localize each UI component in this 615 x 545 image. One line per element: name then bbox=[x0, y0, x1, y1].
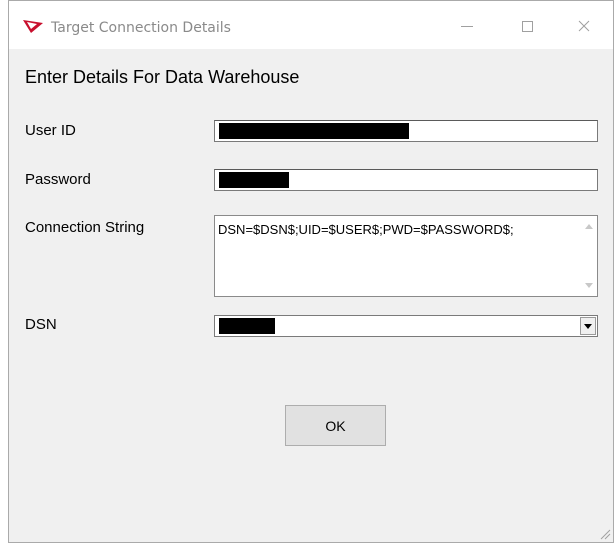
title-bar[interactable]: Target Connection Details bbox=[9, 1, 613, 49]
close-icon bbox=[578, 20, 590, 32]
scroll-down-icon[interactable] bbox=[585, 283, 593, 288]
user-id-field[interactable] bbox=[214, 120, 598, 142]
ok-button[interactable]: OK bbox=[285, 405, 386, 446]
resize-grip-icon[interactable] bbox=[597, 526, 611, 540]
password-field[interactable] bbox=[214, 169, 598, 191]
maximize-button[interactable] bbox=[505, 11, 549, 41]
maximize-icon bbox=[521, 20, 533, 32]
form-heading: Enter Details For Data Warehouse bbox=[25, 67, 300, 87]
connection-string-label: Connection String bbox=[25, 219, 145, 236]
connection-string-value: DSN=$DSN$;UID=$USER$;PWD=$PASSWORD$; bbox=[218, 222, 514, 237]
redacted-user-id bbox=[219, 123, 409, 139]
dsn-dropdown-button[interactable] bbox=[580, 317, 596, 335]
dialog-window: Target Connection Details Enter Details … bbox=[8, 0, 614, 543]
connection-string-scrollbar[interactable] bbox=[580, 216, 597, 296]
dsn-select[interactable] bbox=[214, 315, 598, 337]
user-id-label: User ID bbox=[25, 122, 76, 139]
redacted-password bbox=[219, 172, 289, 188]
dsn-label: DSN bbox=[25, 316, 57, 333]
minimize-button[interactable] bbox=[445, 11, 489, 41]
connection-string-textarea[interactable]: DSN=$DSN$;UID=$USER$;PWD=$PASSWORD$; bbox=[214, 215, 598, 297]
window-title: Target Connection Details bbox=[51, 20, 231, 36]
redacted-dsn bbox=[219, 318, 275, 334]
app-logo-icon bbox=[22, 18, 44, 34]
scroll-up-icon[interactable] bbox=[585, 224, 593, 229]
close-button[interactable] bbox=[562, 11, 606, 41]
minimize-icon bbox=[461, 25, 473, 27]
password-label: Password bbox=[25, 171, 91, 188]
chevron-down-icon bbox=[584, 324, 592, 329]
